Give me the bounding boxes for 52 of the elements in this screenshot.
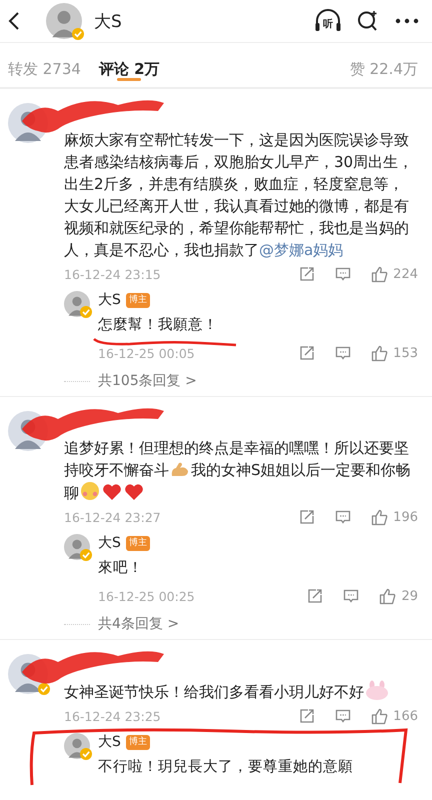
like-button[interactable]: 166 <box>371 708 418 724</box>
comment-icon[interactable] <box>335 345 352 361</box>
heart-icon <box>124 483 144 501</box>
thumbs-up-icon <box>371 344 388 362</box>
comment-icon[interactable] <box>343 588 360 604</box>
like-button[interactable]: 224 <box>371 266 418 282</box>
timestamp: 16-12-24 23:27 <box>64 510 161 524</box>
timestamp: 16-12-24 23:25 <box>64 708 161 724</box>
blogger-badge: 博主 <box>126 536 150 550</box>
timestamp: 16-12-24 23:15 <box>64 266 161 282</box>
user-name: 大S <box>98 291 121 309</box>
timestamp: 16-12-25 00:25 <box>98 588 195 604</box>
share-icon[interactable] <box>299 345 316 361</box>
reply-text: 不行啦！玥兒長大了，要尊重她的意願 <box>98 758 353 777</box>
thumbs-up-icon <box>371 266 388 282</box>
comment-text: 追梦好累！但理想的终点是幸福的嘿嘿！所以还要坚持咬牙不懈奋斗 我的女神S姐姐以后一定要和你畅聊 <box>64 438 412 504</box>
share-icon[interactable] <box>299 708 316 724</box>
like-button[interactable]: 29 <box>379 588 418 604</box>
like-button[interactable]: 196 <box>371 508 418 526</box>
timestamp: 16-12-25 00:05 <box>98 346 195 360</box>
heart-icon <box>102 483 122 501</box>
comment-text: 女神圣诞节快乐！给我们多看看小玥儿好不好 <box>64 680 418 703</box>
reply-text: 來吧！ <box>98 559 144 578</box>
comment-icon[interactable] <box>335 708 352 724</box>
more-replies-link[interactable]: 共105条回复 > <box>64 366 197 396</box>
comment-text: 麻烦大家有空帮忙转发一下，这是因为医院误诊导致患者感染结核病毒后，双胞胎女儿早产，30周出生，出生2斤多，并患有结膜炎，败血症，轻度窒息等，大女儿已经离开人世，我认真看过她的微博，都是有视频和就医纪录的，希望你能帮帮忙，我也是当妈的人，真是不忍心，我也捐款了@梦娜a妈妈 <box>64 130 414 261</box>
blogger-badge: 博主 <box>126 734 150 750</box>
like-button[interactable]: 153 <box>371 344 418 362</box>
blushing-face-icon <box>80 481 100 501</box>
thumbs-up-icon <box>379 588 396 604</box>
bunny-face-icon <box>365 680 389 700</box>
tab[interactable]: 赞 22.4万 <box>350 43 418 85</box>
blogger-badge: 博主 <box>126 292 150 308</box>
more-replies-link[interactable]: 共4条回复 > <box>64 609 180 639</box>
user-name: 大S <box>98 733 121 751</box>
comment-icon[interactable] <box>335 266 352 282</box>
listen-button[interactable]: 听 <box>314 8 342 34</box>
reply-text: 怎麼幫！我願意！ <box>98 316 218 335</box>
share-icon[interactable] <box>299 266 316 282</box>
avatar <box>46 3 82 39</box>
comment-icon[interactable] <box>335 509 352 525</box>
user-name: 大S <box>98 534 121 552</box>
flexed-arm-icon <box>170 460 190 478</box>
share-icon[interactable] <box>307 588 324 604</box>
user-name: 大S <box>94 10 122 32</box>
headphones-icon <box>314 8 342 34</box>
tab[interactable]: 转发 2734 <box>8 43 81 85</box>
more-icon[interactable] <box>394 17 420 25</box>
thumbs-up-icon <box>371 708 388 724</box>
thumbs-up-icon <box>371 508 388 526</box>
share-icon[interactable] <box>299 509 316 525</box>
tab[interactable]: 评论 2万 <box>98 43 160 85</box>
